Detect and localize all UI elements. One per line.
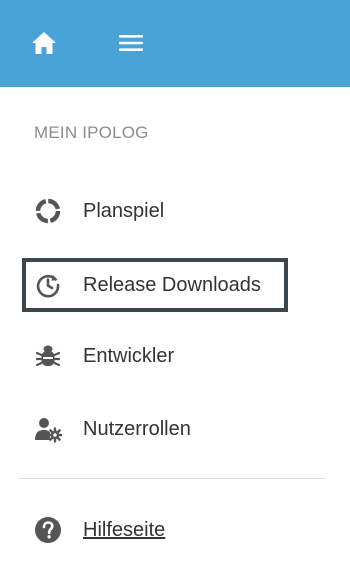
menu-button[interactable]	[116, 28, 146, 58]
user-settings-icon	[34, 415, 62, 443]
circle-notch-icon	[34, 197, 62, 225]
sidebar-item-label: Entwickler	[83, 344, 175, 367]
sidebar-item-entwickler[interactable]: Entwickler	[22, 329, 288, 383]
home-icon	[32, 32, 56, 54]
help-link[interactable]: Hilfeseite	[22, 503, 288, 557]
bug-icon	[34, 342, 62, 370]
sidebar-item-nutzerrollen[interactable]: Nutzerrollen	[22, 402, 288, 456]
sidebar-item-label: Planspiel	[83, 199, 165, 222]
divider	[18, 478, 326, 479]
hamburger-menu-icon	[119, 35, 143, 51]
section-title: MEIN IPOLOG	[34, 123, 149, 142]
sidebar-item-planspiel[interactable]: Planspiel	[22, 184, 288, 238]
question-circle-icon	[34, 516, 62, 544]
sidebar-item-label: Release Downloads	[83, 273, 261, 296]
top-bar	[0, 0, 350, 87]
sidebar-item-label: Nutzerrollen	[83, 417, 191, 440]
help-link-label: Hilfeseite	[83, 518, 166, 541]
sidebar-item-release-downloads[interactable]: Release Downloads	[22, 258, 288, 312]
home-button[interactable]	[29, 28, 59, 58]
clock-history-icon	[34, 271, 62, 299]
